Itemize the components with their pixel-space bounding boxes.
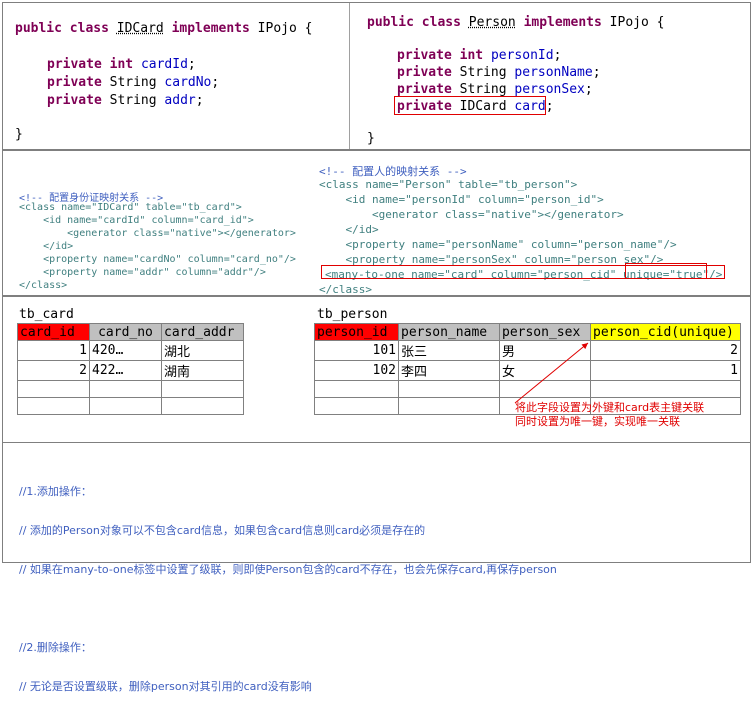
xml-line: </id>: [19, 241, 74, 252]
idcard-mapping-xml: <!-- 配置身份证映射关系 --> <class name="IDCard" …: [19, 189, 296, 299]
panel-divider: [349, 3, 350, 149]
annotation-line: 将此字段设置为外键和card表主键关联: [515, 401, 705, 414]
person-field-personsex: private String personSex;: [397, 82, 593, 97]
unique-attr-highlight: [625, 263, 707, 279]
person-field-personid: private int personId;: [397, 48, 562, 63]
java-classes-panel: public class IDCard implements IPojo { p…: [2, 2, 751, 150]
xml-line: <generator class="native"></generator>: [19, 228, 296, 239]
xml-line: <class name="IDCard" table="tb_card">: [19, 202, 242, 213]
person-class-close: }: [367, 131, 375, 146]
comment-line: // 添加的Person对象可以不包含card信息，如果包含card信息则car…: [19, 524, 426, 537]
xml-line: <id name="cardId" column="card_id">: [19, 215, 254, 226]
idcard-class-header: public class IDCard implements IPojo {: [15, 21, 313, 36]
person-class-header: public class Person implements IPojo {: [367, 15, 665, 30]
idcard-field-addr: private String addr;: [47, 93, 204, 108]
idcard-field-cardno: private String cardNo;: [47, 75, 220, 90]
xml-line: <property name="addr" column="addr"/>: [19, 267, 266, 278]
comment-line: [19, 602, 557, 615]
comment-line: //1.添加操作：: [19, 485, 92, 498]
card-field-highlight: [394, 96, 546, 115]
comment-line: // 无论是否设置级联，删除person对其引用的card没有影响: [19, 680, 312, 693]
idcard-field-cardid: private int cardId;: [47, 57, 196, 72]
unique-fk-annotation: 将此字段设置为外键和card表主键关联 同时设置为唯一键，实现唯一关联: [515, 401, 704, 429]
xml-line: </class>: [19, 280, 68, 291]
xml-mapping-panel: <!-- 配置身份证映射关系 --> <class name="IDCard" …: [2, 150, 751, 296]
annotation-line: 同时设置为唯一键，实现唯一关联: [515, 415, 680, 428]
xml-line: <generator class="native"></generator>: [319, 208, 624, 221]
operations-notes-panel: //1.添加操作： // 添加的Person对象可以不包含card信息，如果包含…: [2, 442, 751, 693]
xml-line: <id name="personId" column="person_id">: [319, 193, 604, 206]
xml-line: <property name="cardNo" column="card_no"…: [19, 254, 296, 265]
operations-comments: //1.添加操作： // 添加的Person对象可以不包含card信息，如果包含…: [19, 459, 557, 719]
idcard-class-code: public class IDCard implements IPojo { p…: [15, 21, 312, 142]
idcard-class-close: }: [15, 127, 23, 142]
database-tables-panel: tb_card card_id card_no card_addr 1 420……: [2, 296, 751, 442]
person-class-code: public class Person implements IPojo { p…: [367, 15, 664, 146]
comment-line: //2.删除操作：: [19, 641, 92, 654]
xml-line: </id>: [319, 223, 379, 236]
person-mapping-xml: <!-- 配置人的映射关系 --> <class name="Person" t…: [319, 163, 722, 306]
person-field-personname: private String personName;: [397, 65, 601, 80]
xml-line: <class name="Person" table="tb_person">: [319, 178, 578, 191]
xml-line: <property name="personName" column="pers…: [319, 238, 677, 251]
person-mapping-comment: <!-- 配置人的映射关系 -->: [319, 165, 467, 178]
xml-line: </class>: [319, 283, 372, 296]
